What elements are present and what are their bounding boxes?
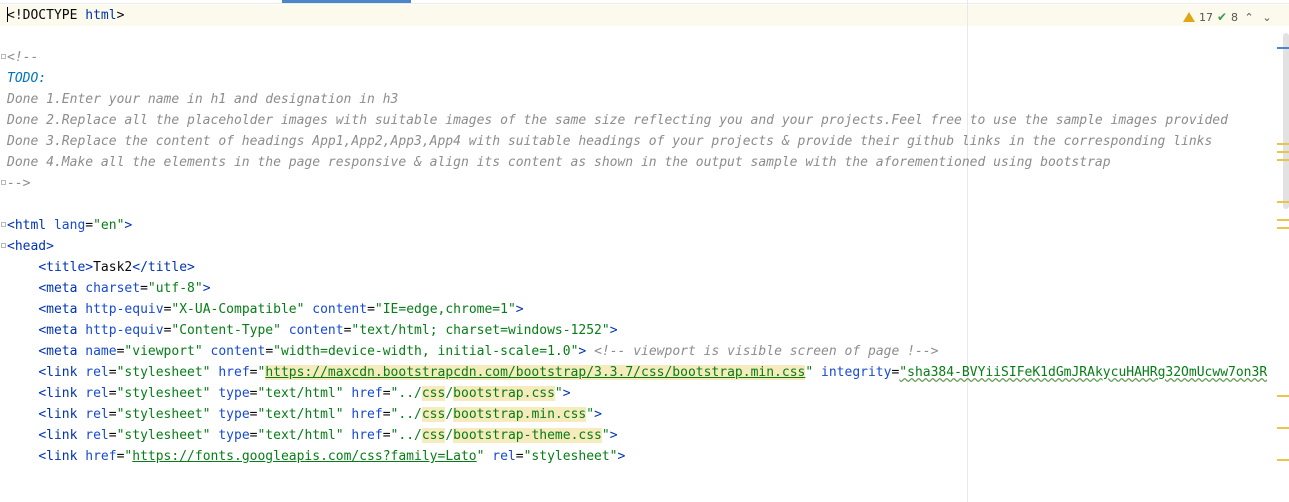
editor-top-border [0, 3, 1289, 4]
warning-mark[interactable] [1277, 219, 1289, 221]
doctype-close: > [116, 8, 125, 23]
bootstrap-cdn-link[interactable]: https://maxcdn.bootstrapcdn.com/bootstra… [265, 365, 806, 380]
integrity-hash: "sha384-BVYiiSIFeK1dGmJRAkycuHAHRg32OmUc… [899, 365, 1267, 380]
fold-marker-head[interactable] [1, 243, 6, 248]
weak-warnings-count: 8 [1231, 10, 1238, 24]
code-line-8[interactable]: Done 4.Make all the elements in the page… [7, 152, 1267, 173]
code-line-1[interactable]: <!DOCTYPE html> [7, 5, 1267, 26]
code-line-14[interactable]: <meta charset="utf-8"> [7, 278, 1267, 299]
code-line-6[interactable]: Done 2.Replace all the placeholder image… [7, 110, 1267, 131]
warning-mark[interactable] [1277, 227, 1289, 229]
code-line-22[interactable]: <link href="https://fonts.googleapis.com… [7, 446, 1267, 467]
bootstrap-theme-css-path[interactable]: bootstrap-theme.css [453, 428, 602, 443]
code-line-16[interactable]: <meta http-equiv="Content-Type" content=… [7, 320, 1267, 341]
code-line-15[interactable]: <meta http-equiv="X-UA-Compatible" conte… [7, 299, 1267, 320]
warnings-count: 17 [1199, 10, 1213, 24]
todo-item-3: Done 3.Replace the content of headings A… [7, 134, 1213, 149]
weak-warning-check-icon: ✔ [1217, 10, 1228, 24]
code-area[interactable]: <!DOCTYPE html> <!-- TODO: Done 1.Enter … [7, 5, 1267, 467]
code-line-2[interactable] [7, 26, 1267, 47]
code-line-17[interactable]: <meta name="viewport" content="width=dev… [7, 341, 1267, 362]
code-line-7[interactable]: Done 3.Replace the content of headings A… [7, 131, 1267, 152]
comment-close: --> [7, 176, 31, 191]
warning-mark[interactable] [1277, 459, 1289, 461]
code-line-3[interactable]: <!-- [7, 47, 1267, 68]
code-line-20[interactable]: <link rel="stylesheet" type="text/html" … [7, 404, 1267, 425]
fold-marker-comment-start[interactable] [1, 54, 6, 59]
doctype-open: <!DOCTYPE [7, 8, 86, 23]
warning-icon [1183, 12, 1195, 22]
todo-item-1: Done 1.Enter your name in h1 and designa… [7, 92, 399, 107]
code-line-9[interactable]: --> [7, 173, 1267, 194]
inspection-widget[interactable]: 17 ✔ 8 ⌃ ⌄ [1183, 8, 1274, 26]
google-fonts-link[interactable]: https://fonts.googleapis.com/css?family=… [132, 449, 476, 464]
doctype-name: html [85, 8, 117, 23]
fold-gutter [0, 0, 6, 502]
warning-mark[interactable] [1277, 143, 1289, 145]
comment-open: <!-- [7, 50, 39, 65]
code-line-19[interactable]: <link rel="stylesheet" type="text/html" … [7, 383, 1267, 404]
todo-item-2: Done 2.Replace all the placeholder image… [7, 113, 1228, 128]
warning-mark[interactable] [1277, 427, 1289, 429]
warning-mark[interactable] [1277, 201, 1289, 203]
chevron-up-icon[interactable]: ⌃ [1242, 11, 1256, 24]
scrollbar-thumb[interactable] [1283, 33, 1289, 209]
todo-marker: TODO: [7, 71, 47, 86]
code-editor[interactable]: <!DOCTYPE html> <!-- TODO: Done 1.Enter … [0, 0, 1289, 502]
code-line-11[interactable]: <html lang="en"> [7, 215, 1267, 236]
bootstrap-css-path[interactable]: bootstrap.css [453, 386, 555, 401]
caret-position-mark[interactable] [1277, 47, 1289, 49]
code-line-4[interactable]: TODO: [7, 68, 1267, 89]
code-line-12[interactable]: <head> [7, 236, 1267, 257]
error-stripe-scrollbar[interactable] [1274, 0, 1289, 502]
todo-item-4: Done 4.Make all the elements in the page… [7, 155, 1111, 170]
inline-comment: <!-- viewport is visible screen of page … [594, 344, 939, 359]
fold-marker-html[interactable] [1, 222, 6, 227]
code-line-13[interactable]: <title>Task2</title> [7, 257, 1267, 278]
warning-mark[interactable] [1277, 151, 1289, 153]
code-line-21[interactable]: <link rel="stylesheet" type="text/html" … [7, 425, 1267, 446]
warning-mark[interactable] [1277, 395, 1289, 397]
code-line-18[interactable]: <link rel="stylesheet" href="https://max… [7, 362, 1267, 383]
warning-mark[interactable] [1277, 159, 1289, 161]
code-line-5[interactable]: Done 1.Enter your name in h1 and designa… [7, 89, 1267, 110]
fold-marker-comment-end[interactable] [1, 180, 6, 185]
bootstrap-min-css-path[interactable]: bootstrap.min.css [453, 407, 587, 422]
chevron-down-icon[interactable]: ⌄ [1260, 11, 1274, 24]
code-line-10[interactable] [7, 194, 1267, 215]
